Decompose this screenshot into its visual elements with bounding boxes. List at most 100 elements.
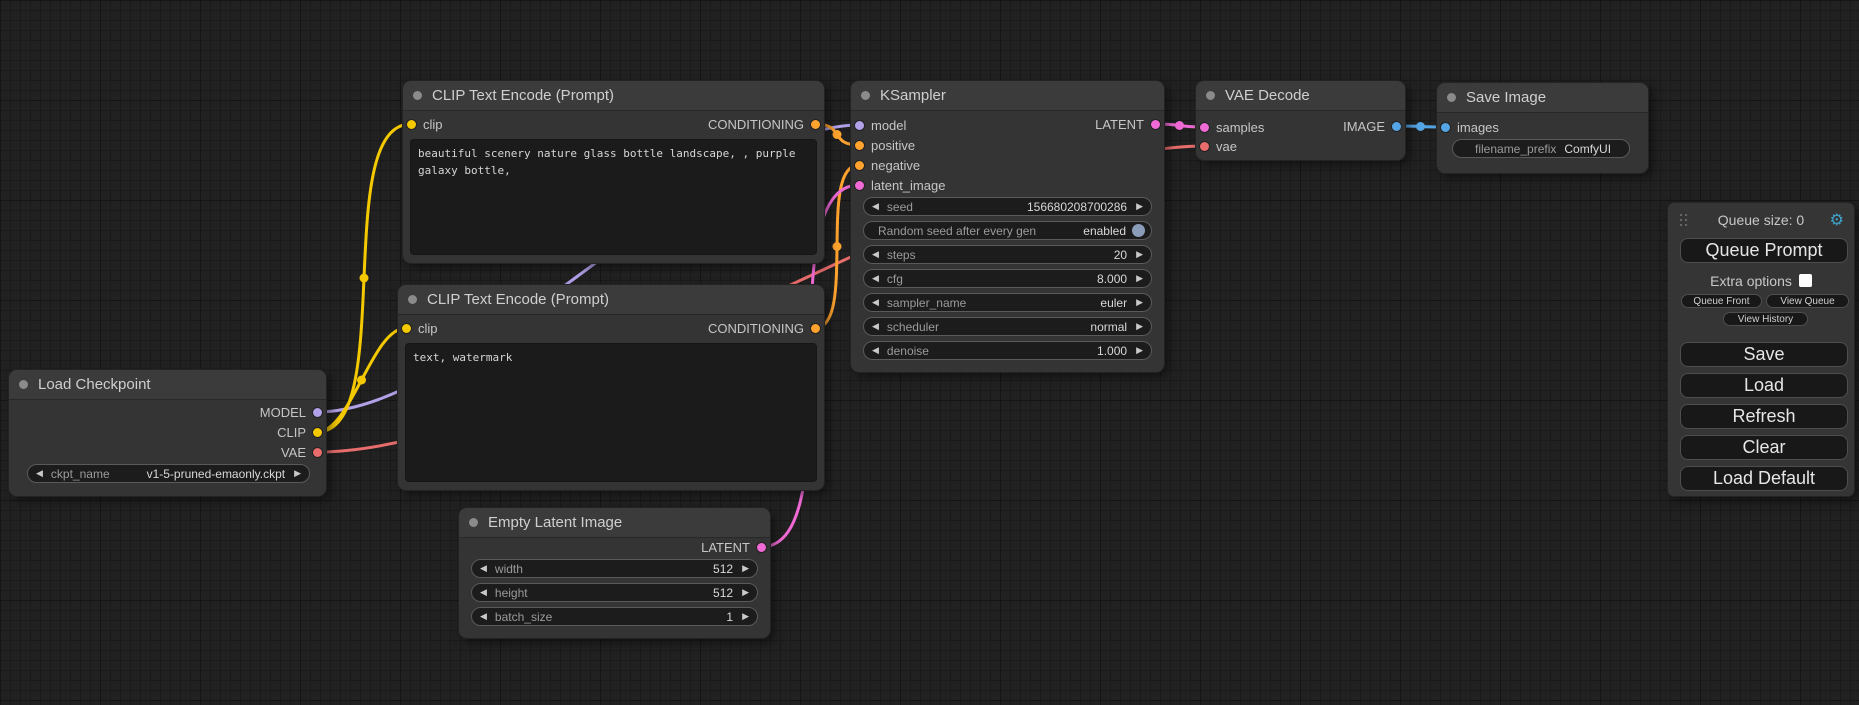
gear-icon[interactable]: ⚙ [1830,210,1844,230]
slot-label: CLIP [277,425,306,440]
increment-arrow-icon[interactable]: ▶ [742,564,749,573]
model-output-dot[interactable] [313,408,322,417]
samples-input-dot[interactable] [1200,123,1209,132]
slot-label: positive [871,138,915,153]
increment-arrow-icon[interactable]: ▶ [1136,250,1143,259]
widget-label: batch_size [495,610,552,624]
seed-widget[interactable]: ◀ seed 156680208700286 ▶ [863,197,1152,216]
cfg-widget[interactable]: ◀ cfg 8.000 ▶ [863,269,1152,288]
view-queue-button[interactable]: View Queue [1766,294,1849,308]
node-save-image[interactable]: Save Image images filename_prefix ComfyU… [1437,83,1648,173]
queue-front-button[interactable]: Queue Front [1681,294,1762,308]
decrement-arrow-icon[interactable]: ◀ [872,346,879,355]
node-header[interactable]: KSampler [851,81,1164,111]
scheduler-widget[interactable]: ◀ scheduler normal ▶ [863,317,1152,336]
positive-prompt-textarea[interactable]: beautiful scenery nature glass bottle la… [410,139,817,255]
load-button[interactable]: Load [1680,373,1848,398]
clear-button[interactable]: Clear [1680,435,1848,460]
collapse-dot-icon[interactable] [408,295,417,304]
queue-prompt-button[interactable]: Queue Prompt [1680,238,1848,263]
input-slot-samples: samples [1200,118,1264,136]
decrement-arrow-icon[interactable]: ◀ [480,564,487,573]
decrement-arrow-icon[interactable]: ◀ [872,322,879,331]
latent-output-dot[interactable] [1151,120,1160,129]
toggle-icon[interactable] [1132,224,1145,237]
widget-label: steps [887,248,916,262]
positive-input-dot[interactable] [855,141,864,150]
node-clip-text-encode-negative[interactable]: CLIP Text Encode (Prompt) clip CONDITION… [398,285,824,490]
output-slot-image: IMAGE [1343,117,1401,135]
increment-arrow-icon[interactable]: ▶ [742,612,749,621]
slot-label: samples [1216,120,1264,135]
denoise-widget[interactable]: ◀ denoise 1.000 ▶ [863,341,1152,360]
decrement-arrow-icon[interactable]: ◀ [36,469,43,478]
image-output-dot[interactable] [1392,122,1401,131]
random-seed-widget[interactable]: Random seed after every gen enabled [863,221,1152,240]
latent-image-input-dot[interactable] [855,181,864,190]
negative-prompt-textarea[interactable]: text, watermark [405,343,817,482]
collapse-dot-icon[interactable] [1206,91,1215,100]
decrement-arrow-icon[interactable]: ◀ [872,250,879,259]
node-load-checkpoint[interactable]: Load Checkpoint MODEL CLIP VAE ◀ ckpt_na… [9,370,326,496]
link-midpoint-dot [360,274,369,283]
save-button[interactable]: Save [1680,342,1848,367]
latent-output-dot[interactable] [757,543,766,552]
node-title: Save Image [1466,89,1546,106]
collapse-dot-icon[interactable] [19,380,28,389]
node-header[interactable]: VAE Decode [1196,81,1405,111]
decrement-arrow-icon[interactable]: ◀ [872,202,879,211]
refresh-button[interactable]: Refresh [1680,404,1848,429]
output-slot-model: MODEL [260,403,322,421]
batch-size-widget[interactable]: ◀ batch_size 1 ▶ [471,607,758,626]
ckpt-name-widget[interactable]: ◀ ckpt_name v1-5-pruned-emaonly.ckpt ▶ [27,464,310,483]
increment-arrow-icon[interactable]: ▶ [742,588,749,597]
decrement-arrow-icon[interactable]: ◀ [480,612,487,621]
increment-arrow-icon[interactable]: ▶ [1136,346,1143,355]
vae-output-dot[interactable] [313,448,322,457]
decrement-arrow-icon[interactable]: ◀ [480,588,487,597]
conditioning-output-dot[interactable] [811,324,820,333]
node-empty-latent-image[interactable]: Empty Latent Image LATENT ◀ width 512 ▶ … [459,508,770,638]
steps-widget[interactable]: ◀ steps 20 ▶ [863,245,1152,264]
node-header[interactable]: Save Image [1437,83,1648,113]
input-slot-negative: negative [855,156,920,174]
model-input-dot[interactable] [855,121,864,130]
widget-value: 512 [713,586,733,600]
increment-arrow-icon[interactable]: ▶ [1136,298,1143,307]
decrement-arrow-icon[interactable]: ◀ [872,298,879,307]
node-header[interactable]: CLIP Text Encode (Prompt) [403,81,824,111]
collapse-dot-icon[interactable] [1447,93,1456,102]
decrement-arrow-icon[interactable]: ◀ [872,274,879,283]
height-widget[interactable]: ◀ height 512 ▶ [471,583,758,602]
collapse-dot-icon[interactable] [469,518,478,527]
node-header[interactable]: CLIP Text Encode (Prompt) [398,285,824,315]
clip-output-dot[interactable] [313,428,322,437]
widget-value: 1 [726,610,733,624]
images-input-dot[interactable] [1441,123,1450,132]
increment-arrow-icon[interactable]: ▶ [294,469,301,478]
widget-value: 20 [1114,248,1127,262]
collapse-dot-icon[interactable] [413,91,422,100]
input-slot-images: images [1441,118,1499,136]
negative-input-dot[interactable] [855,161,864,170]
load-default-button[interactable]: Load Default [1680,466,1848,491]
collapse-dot-icon[interactable] [861,91,870,100]
width-widget[interactable]: ◀ width 512 ▶ [471,559,758,578]
view-history-button[interactable]: View History [1723,312,1808,326]
increment-arrow-icon[interactable]: ▶ [1136,322,1143,331]
clip-input-dot[interactable] [402,324,411,333]
increment-arrow-icon[interactable]: ▶ [1136,202,1143,211]
conditioning-output-dot[interactable] [811,120,820,129]
input-slot-positive: positive [855,136,915,154]
node-ksampler[interactable]: KSampler model positive negative latent_… [851,81,1164,372]
increment-arrow-icon[interactable]: ▶ [1136,274,1143,283]
sampler-name-widget[interactable]: ◀ sampler_name euler ▶ [863,293,1152,312]
node-header[interactable]: Empty Latent Image [459,508,770,538]
node-clip-text-encode-positive[interactable]: CLIP Text Encode (Prompt) clip CONDITION… [403,81,824,263]
extra-options-checkbox[interactable] [1799,274,1812,287]
filename-prefix-widget[interactable]: filename_prefix ComfyUI [1452,139,1630,158]
node-vae-decode[interactable]: VAE Decode samples vae IMAGE [1196,81,1405,160]
node-header[interactable]: Load Checkpoint [9,370,326,400]
clip-input-dot[interactable] [407,120,416,129]
vae-input-dot[interactable] [1200,142,1209,151]
